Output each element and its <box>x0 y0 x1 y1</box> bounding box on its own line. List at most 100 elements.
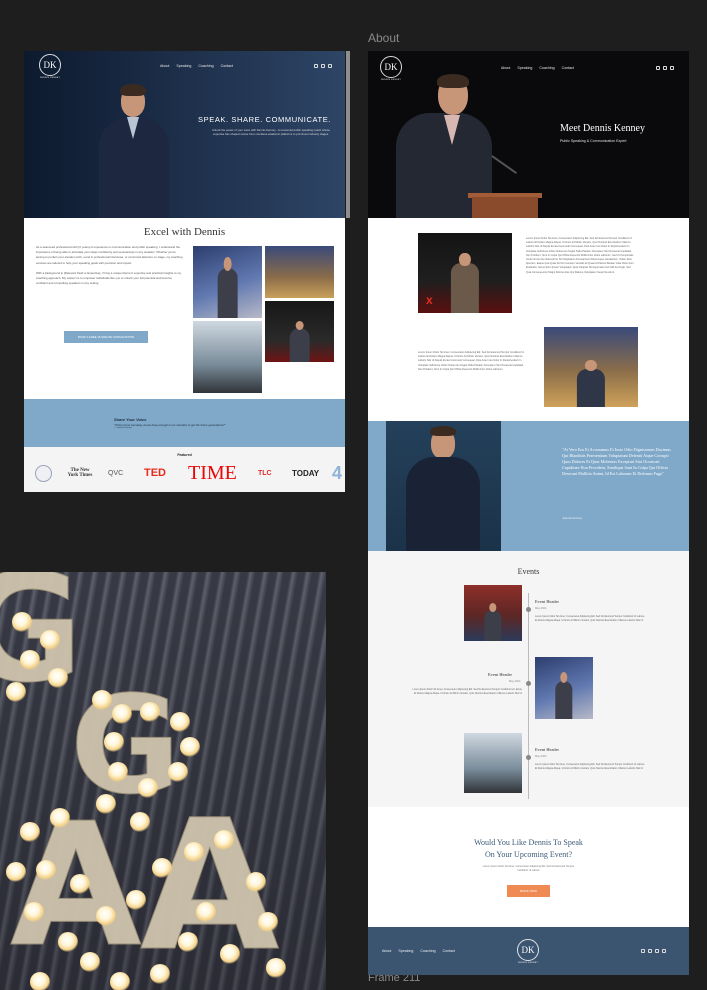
marquee-bulb <box>48 668 68 688</box>
marquee-bulb <box>70 874 90 894</box>
marquee-bulb <box>184 842 204 862</box>
footer-logo[interactable]: DK <box>517 939 539 961</box>
nav-speaking[interactable]: Speaking <box>176 64 191 68</box>
youtube-icon[interactable] <box>662 949 666 953</box>
event-header: Event Header <box>535 747 560 752</box>
marquee-bulb <box>168 762 188 782</box>
marquee-bulb <box>30 972 50 990</box>
marquee-bulb <box>6 682 26 702</box>
home-logo[interactable]: DK <box>39 54 61 76</box>
about-frame-label: About <box>368 31 400 45</box>
marquee-bulb <box>24 902 44 922</box>
footer-social <box>641 949 666 953</box>
marquee-bulb <box>246 872 266 892</box>
instagram-icon[interactable] <box>641 949 645 953</box>
voice-author: — Dennis Kenney <box>114 427 132 429</box>
event-text: Lorem Ipsum Dolor Sit Amet, Consectetur … <box>535 763 645 770</box>
marquee-bulb <box>220 944 240 964</box>
marquee-bulb <box>110 972 130 990</box>
book-subtext: Lorem Ipsum Dolor Sit Amet, Consectetur … <box>482 865 575 872</box>
nav-about[interactable]: About <box>160 64 169 68</box>
facebook-icon[interactable] <box>663 66 667 70</box>
marquee-bulb <box>12 612 32 632</box>
event-photo-3 <box>464 733 522 793</box>
event-photo-2 <box>535 657 593 719</box>
marquee-bulb <box>178 932 198 952</box>
footer-nav-about[interactable]: About <box>382 949 391 953</box>
footer-nav: About Speaking Coaching Contact <box>382 949 455 953</box>
book-title-line-1: Would You Like Dennis To Speak <box>474 838 583 847</box>
marquee-bulb <box>20 650 40 670</box>
marquee-bulb <box>140 702 160 722</box>
logo-text: DK <box>43 60 57 70</box>
marquee-bulb <box>40 630 60 650</box>
timeline-dot <box>526 681 531 686</box>
nav-speaking[interactable]: Speaking <box>517 66 532 70</box>
about-footer: About Speaking Coaching Contact DK DENNI… <box>368 927 689 975</box>
home-social <box>314 64 332 68</box>
excel-copy: As a seasoned professional with [X years… <box>36 245 184 286</box>
event-date: May 2024 <box>535 607 547 610</box>
photo-gma-set <box>544 327 638 407</box>
marquee-bulb <box>6 862 26 882</box>
photo-tedx-talk: x <box>418 233 512 313</box>
nav-coaching[interactable]: Coaching <box>539 66 554 70</box>
podium <box>472 197 538 218</box>
home-nav: About Speaking Coaching Contact <box>160 64 233 68</box>
events-section: Events Event Header May 2024 Lorem Ipsum… <box>368 551 689 807</box>
free-consultation-button[interactable]: BOOK A FREE 15 MINUTE CONSULTATION <box>64 331 148 343</box>
seal-logo <box>34 461 52 485</box>
hero-portrait <box>94 84 174 218</box>
marquee-bulb <box>130 812 150 832</box>
logo-subtitle: DENNIS KENNEY <box>39 77 61 79</box>
marquee-bulb <box>214 830 234 850</box>
book-now-button[interactable]: BOOK NOW <box>507 885 550 897</box>
home-page-frame: DK DENNIS KENNEY About Speaking Coaching… <box>24 51 345 492</box>
book-section: Would You Like Dennis To Speak On Your U… <box>368 807 689 927</box>
quote-author: -Dennis Kenney <box>562 516 582 520</box>
marquee-bulb <box>180 737 200 757</box>
nav-contact[interactable]: Contact <box>562 66 574 70</box>
about-logo[interactable]: DK <box>380 56 402 78</box>
featured-title: Featured <box>177 453 192 457</box>
facebook-icon[interactable] <box>648 949 652 953</box>
youtube-icon[interactable] <box>670 66 674 70</box>
marquee-bulb <box>108 762 128 782</box>
marquee-bulb <box>20 822 40 842</box>
logo-text: DK <box>384 62 398 72</box>
event-header: Event Header <box>535 599 560 604</box>
photo-studio-camera <box>193 321 262 393</box>
x-icon[interactable] <box>655 949 659 953</box>
marquee-bulb <box>50 808 70 828</box>
facebook-icon[interactable] <box>321 64 325 68</box>
hero-subtext: Unlock the power of your voice with Denn… <box>211 128 330 136</box>
event-date: May 2024 <box>535 755 547 758</box>
footer-nav-contact[interactable]: Contact <box>443 949 455 953</box>
about-bio-2: Lorem Ipsum Dolor Sit Amet, Consectetur … <box>418 351 524 371</box>
photo-dancing-set <box>193 246 262 318</box>
about-hero-subtitle: Public Speaking & Communication Expert <box>560 139 627 143</box>
nav-coaching[interactable]: Coaching <box>198 64 213 68</box>
logo-text: DK <box>521 945 535 955</box>
nyt-logo: The New York Times <box>67 468 93 478</box>
about-nav: About Speaking Coaching Contact <box>501 66 574 70</box>
time-logo: TIME <box>188 461 237 484</box>
photo-tedx-stage <box>265 301 334 362</box>
excel-paragraph-2: With a background in [Relevant Field or … <box>36 270 182 286</box>
marquee-bulb <box>80 952 100 972</box>
home-scrollbar[interactable] <box>346 51 350 218</box>
book-title: Would You Like Dennis To Speak On Your U… <box>368 837 689 861</box>
instagram-icon[interactable] <box>314 64 318 68</box>
footer-nav-coaching[interactable]: Coaching <box>420 949 435 953</box>
about-hero: DK DENNIS KENNEY About Speaking Coaching… <box>368 51 689 218</box>
nav-about[interactable]: About <box>501 66 510 70</box>
youtube-icon[interactable] <box>328 64 332 68</box>
footer-nav-speaking[interactable]: Speaking <box>398 949 413 953</box>
instagram-icon[interactable] <box>656 66 660 70</box>
testimonial-section: "At Vero Eos Et Accusamus Et Iusto Odio … <box>368 421 689 551</box>
voice-title: Share Your Voice <box>114 417 147 422</box>
quote-text: "At Vero Eos Et Accusamus Et Iusto Odio … <box>562 447 671 476</box>
nav-contact[interactable]: Contact <box>221 64 233 68</box>
marquee-bulb <box>104 732 124 752</box>
marquee-bulb <box>58 932 78 952</box>
